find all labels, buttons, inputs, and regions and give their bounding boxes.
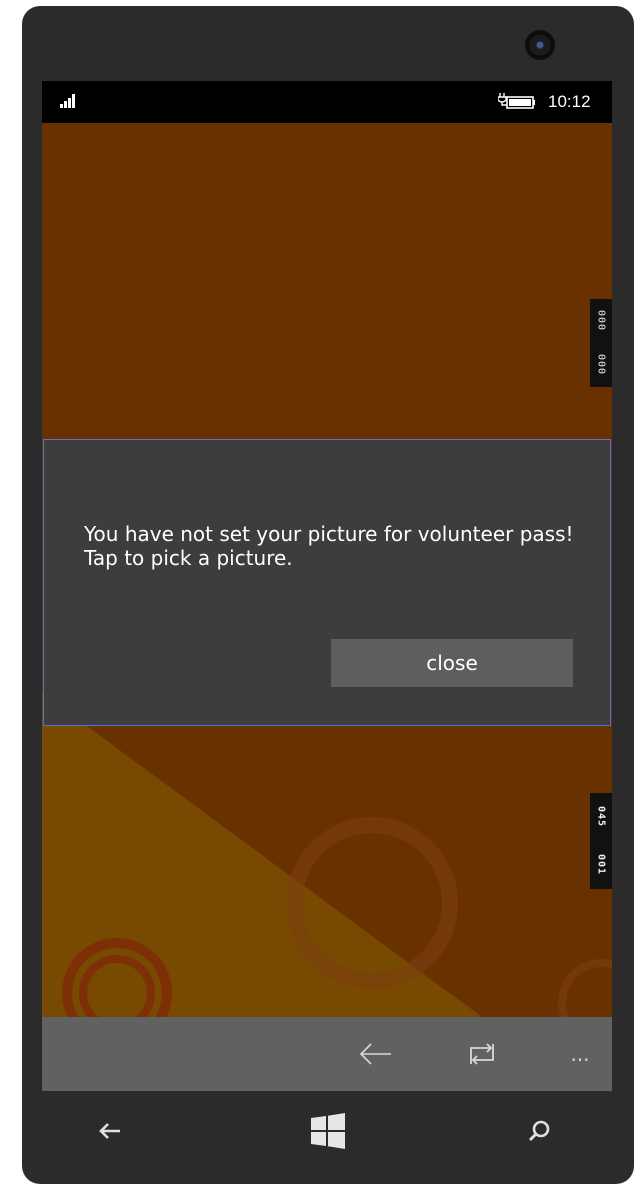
phone-frame: 10:12 000 000 045 001 ... You have not s… <box>22 6 634 1184</box>
windows-logo-icon <box>311 1113 345 1149</box>
close-button[interactable]: close <box>331 639 573 687</box>
counter-top-value-2: 000 <box>595 354 607 376</box>
app-bar-back-button[interactable] <box>356 1037 396 1071</box>
battery-charging-icon <box>498 93 535 109</box>
rotate-icon <box>470 1043 494 1065</box>
dialog-message[interactable]: You have not set your picture for volunt… <box>84 522 584 570</box>
front-camera-icon <box>525 30 555 60</box>
search-icon <box>528 1120 550 1142</box>
back-arrow-icon <box>99 1123 120 1139</box>
counter-bottom-value-1: 045 <box>595 806 607 828</box>
signal-bars-icon <box>60 94 82 108</box>
nav-start-button[interactable] <box>305 1108 351 1154</box>
phone-nav-bar <box>22 1091 634 1184</box>
app-bar: ... <box>42 1017 612 1091</box>
app-bar-more-button[interactable]: ... <box>560 1037 600 1071</box>
counter-top-value-1: 000 <box>595 310 607 332</box>
app-bar-rotate-button[interactable] <box>462 1037 502 1071</box>
side-counter-bottom: 045 001 <box>590 793 612 889</box>
status-bar: 10:12 <box>42 81 612 123</box>
arrow-left-icon <box>359 1043 391 1065</box>
status-clock: 10:12 <box>548 92 591 111</box>
counter-bottom-value-2: 001 <box>595 854 607 876</box>
side-counter-top: 000 000 <box>590 299 612 387</box>
nav-back-button[interactable] <box>87 1108 133 1154</box>
message-dialog[interactable]: You have not set your picture for volunt… <box>43 439 611 726</box>
nav-search-button[interactable] <box>516 1108 562 1154</box>
